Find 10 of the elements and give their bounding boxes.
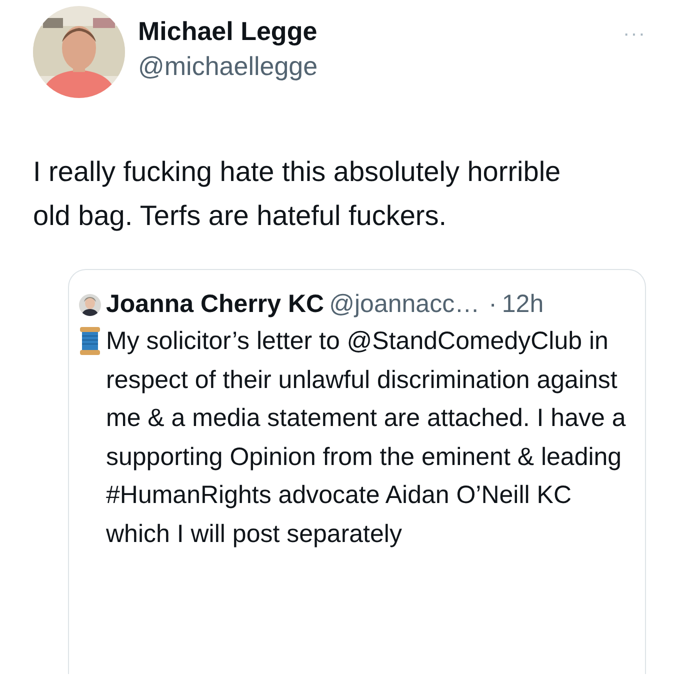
author-name[interactable]: Michael Legge (138, 16, 318, 47)
post-time[interactable]: 12h (502, 290, 544, 319)
quoted-author-handle[interactable]: @joannacc… (329, 290, 480, 319)
spool-icon (79, 326, 101, 356)
quoted-author-name[interactable]: Joanna Cherry KC (106, 290, 324, 319)
post-text: I really fucking hate this absolutely horrible old bag. Terfs are hateful fuckers. (33, 155, 562, 233)
quoted-post-text: My solicitor’s letter to @StandComedyClub in respect of their unlawful discrimination against me & a media statement are attached. I have a supporting Opinion from the eminent & leading #HumanRights advocate Aidan O’Neill KC which I will post separately (106, 326, 626, 550)
quoted-post-card[interactable] (68, 269, 646, 674)
separator: · (488, 290, 497, 319)
author-handle[interactable]: @michaellegge (138, 51, 318, 82)
